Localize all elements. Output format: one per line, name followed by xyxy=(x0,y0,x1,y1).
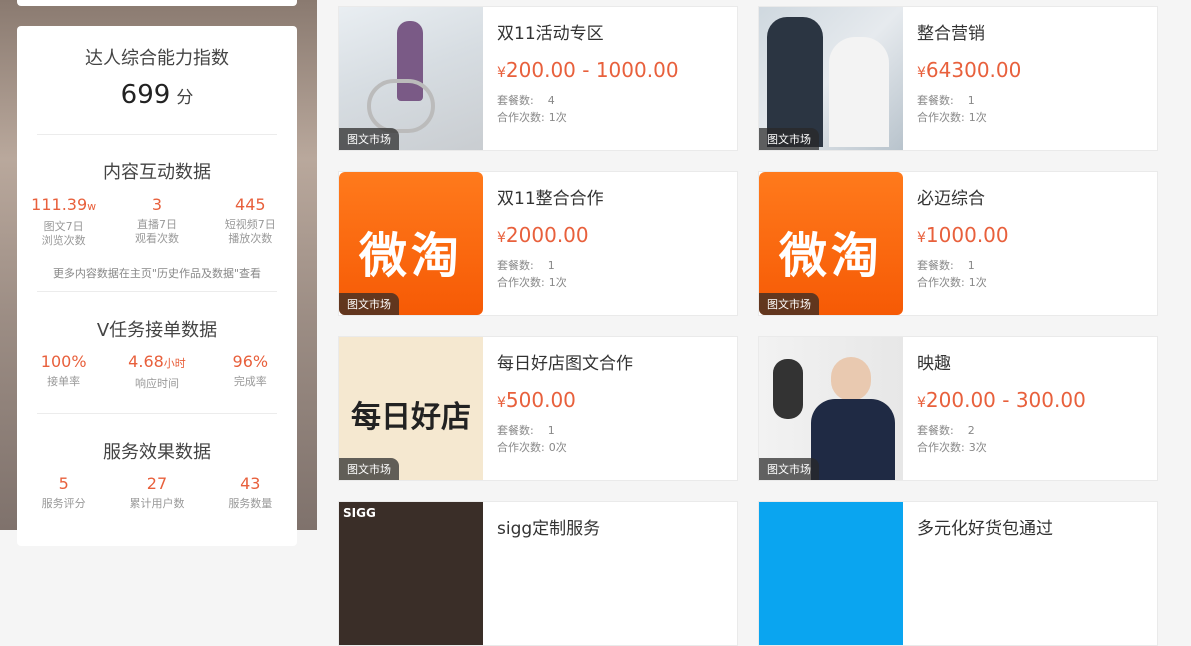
machine-shape xyxy=(367,79,435,133)
stat-service-count: 43 服务数量 xyxy=(228,474,273,510)
divider xyxy=(37,291,277,292)
ability-section: 达人综合能力指数 699 分 xyxy=(17,44,297,110)
divider xyxy=(37,413,277,414)
card-thumbnail: 微淘 图文市场 xyxy=(759,172,903,315)
service-card[interactable]: 图文市场 双11活动专区 ¥200.00 - 1000.00 套餐数: 4 合作次数… xyxy=(338,6,738,151)
card-tag: 图文市场 xyxy=(339,458,399,480)
card-info: 映趣 ¥200.00 - 300.00 套餐数: 2 合作次数: 3次 xyxy=(917,337,1149,456)
content-section-title: 内容互动数据 xyxy=(103,162,211,183)
card-title[interactable]: 多元化好货包通过 xyxy=(917,514,1149,539)
service-card[interactable]: 微淘 图文市场 双11整合合作 ¥2000.00 套餐数: 1 合作次数: 1次 xyxy=(338,171,738,316)
stat-service-rating: 5 服务评分 xyxy=(41,474,86,510)
service-card[interactable]: 多元化好货包通过 xyxy=(758,501,1158,646)
service-section-title: 服务效果数据 xyxy=(103,442,211,463)
weitao-logo: 微淘 xyxy=(778,228,883,284)
stat-total-users: 27 累计用户数 xyxy=(129,474,185,510)
weitao-logo: 微淘 xyxy=(358,228,463,284)
vtask-section-title-wrap: V任务接单数据 xyxy=(17,316,297,342)
content-section-title-wrap: 内容互动数据 xyxy=(17,158,297,184)
service-card[interactable]: SIGG sigg定制服务 xyxy=(338,501,738,646)
service-card[interactable]: 每日好店 图文市场 每日好店图文合作 ¥500.00 套餐数: 1 合作次数: 0次 xyxy=(338,336,738,481)
service-card[interactable]: 微淘 图文市场 必迈综合 ¥1000.00 套餐数: 1 合作次数: 1次 xyxy=(758,171,1158,316)
card-meta: 套餐数: 4 合作次数: 1次 xyxy=(497,94,567,124)
model-figure xyxy=(829,37,889,147)
card-price: ¥500.00 xyxy=(497,388,576,412)
card-thumbnail xyxy=(759,502,903,645)
card-thumbnail: 每日好店 图文市场 xyxy=(339,337,483,480)
card-title[interactable]: 双11整合合作 xyxy=(497,184,729,209)
card-tag: 图文市场 xyxy=(759,128,819,150)
stat-graphic-views: 111.39w 图文7日 浏览次数 xyxy=(31,195,97,247)
stat-response-time: 4.68小时 响应时间 xyxy=(128,352,186,390)
stat-live-views: 3 直播7日 观看次数 xyxy=(134,195,179,245)
card-price: ¥2000.00 xyxy=(497,223,589,247)
card-thumbnail: 微淘 图文市场 xyxy=(339,172,483,315)
card-title[interactable]: 每日好店图文合作 xyxy=(497,349,729,374)
model-figure xyxy=(811,399,895,480)
service-section-title-wrap: 服务效果数据 xyxy=(17,438,297,464)
card-tag: 图文市场 xyxy=(759,293,819,315)
card-price: ¥1000.00 xyxy=(917,223,1009,247)
card-thumbnail: 图文市场 xyxy=(759,337,903,480)
card-info: sigg定制服务 xyxy=(497,502,729,539)
stat-accept-rate: 100% 接单率 xyxy=(40,352,87,388)
card-meta: 套餐数: 1 合作次数: 1次 xyxy=(917,94,987,124)
meirihaodian-logo: 每日好店 xyxy=(351,400,471,435)
card-title[interactable]: 整合营销 xyxy=(917,19,1149,44)
service-stats: 5 服务评分 27 累计用户数 43 服务数量 xyxy=(17,474,297,511)
card-tag: 图文市场 xyxy=(339,128,399,150)
divider xyxy=(37,134,277,135)
model-head xyxy=(831,357,871,401)
ability-title: 达人综合能力指数 xyxy=(85,48,229,69)
shaver-product xyxy=(773,359,803,419)
creator-stats-panel: 达人综合能力指数 699 分 内容互动数据 111.39w 图文7日 浏览次数 3 直播… xyxy=(17,26,297,546)
card-tag: 图文市场 xyxy=(759,458,819,480)
stat-video-plays: 445 短视频7日 播放次数 xyxy=(224,195,276,245)
card-price: ¥200.00 - 300.00 xyxy=(917,388,1086,412)
card-title[interactable]: 双11活动专区 xyxy=(497,19,729,44)
card-meta: 套餐数: 1 合作次数: 0次 xyxy=(497,424,567,454)
card-thumbnail: SIGG xyxy=(339,502,483,645)
card-title[interactable]: sigg定制服务 xyxy=(497,514,729,539)
card-thumbnail: 图文市场 xyxy=(759,7,903,150)
content-note: 更多内容数据在主页"历史作品及数据"查看 xyxy=(52,267,262,280)
card-tag: 图文市场 xyxy=(339,293,399,315)
card-info: 每日好店图文合作 ¥500.00 套餐数: 1 合作次数: 0次 xyxy=(497,337,729,456)
ability-score: 699 分 xyxy=(120,80,194,110)
vtask-section-title: V任务接单数据 xyxy=(96,320,218,341)
profile-card-edge xyxy=(17,0,297,6)
card-meta: 套餐数: 1 合作次数: 1次 xyxy=(917,259,987,289)
stat-completion-rate: 96% 完成率 xyxy=(232,352,269,388)
card-meta: 套餐数: 2 合作次数: 3次 xyxy=(917,424,987,454)
card-price: ¥200.00 - 1000.00 xyxy=(497,58,679,82)
card-price: ¥64300.00 xyxy=(917,58,1022,82)
card-info: 多元化好货包通过 xyxy=(917,502,1149,539)
card-meta: 套餐数: 1 合作次数: 1次 xyxy=(497,259,567,289)
service-card[interactable]: 图文市场 整合营销 ¥64300.00 套餐数: 1 合作次数: 1次 xyxy=(758,6,1158,151)
card-title[interactable]: 映趣 xyxy=(917,349,1149,374)
service-card[interactable]: 图文市场 映趣 ¥200.00 - 300.00 套餐数: 2 合作次数: 3次 xyxy=(758,336,1158,481)
card-info: 整合营销 ¥64300.00 套餐数: 1 合作次数: 1次 xyxy=(917,7,1149,126)
content-stats: 111.39w 图文7日 浏览次数 3 直播7日 观看次数 445 短视频7日 播放次数 xyxy=(17,195,297,248)
sigg-logo: SIGG xyxy=(343,506,376,520)
card-thumbnail: 图文市场 xyxy=(339,7,483,150)
card-info: 双11整合合作 ¥2000.00 套餐数: 1 合作次数: 1次 xyxy=(497,172,729,291)
card-info: 必迈综合 ¥1000.00 套餐数: 1 合作次数: 1次 xyxy=(917,172,1149,291)
card-title[interactable]: 必迈综合 xyxy=(917,184,1149,209)
vtask-stats: 100% 接单率 4.68小时 响应时间 96% 完成率 xyxy=(17,352,297,391)
card-info: 双11活动专区 ¥200.00 - 1000.00 套餐数: 4 合作次数: 1次 xyxy=(497,7,729,126)
